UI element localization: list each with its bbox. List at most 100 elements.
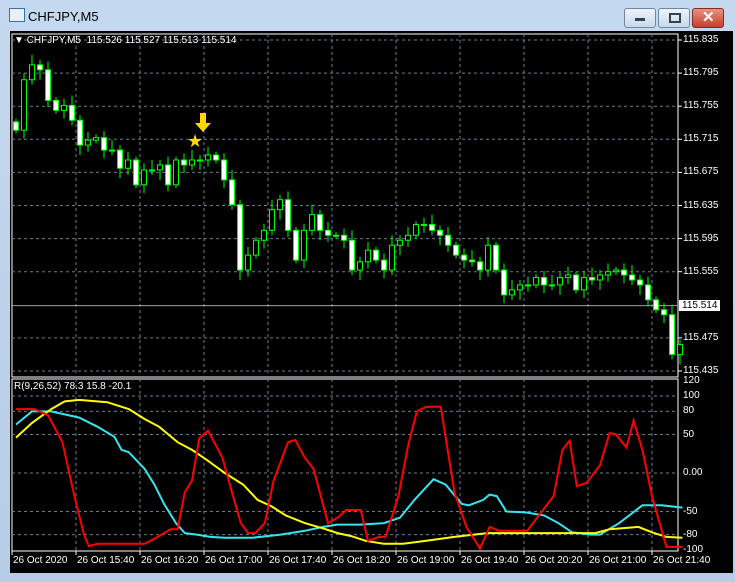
candle-body	[189, 159, 195, 166]
indicator-level-label: -100	[683, 544, 704, 555]
window-title: CHFJPY,M5	[28, 9, 99, 24]
candle-body	[253, 239, 259, 256]
price-label: 115.555	[683, 265, 719, 277]
minimize-button[interactable]	[624, 8, 656, 28]
candle-body	[613, 269, 619, 273]
candle-body	[45, 69, 51, 101]
candle-body	[453, 244, 459, 256]
candle-body	[149, 169, 155, 172]
candle-body	[637, 279, 643, 286]
candle-body	[645, 284, 651, 301]
candle-body	[261, 229, 267, 241]
time-label: 26 Oct 21:40	[653, 555, 711, 566]
star-icon: ★	[187, 131, 203, 151]
candle-body	[205, 154, 211, 161]
time-label: 26 Oct 17:00	[205, 555, 263, 566]
candle-body	[341, 234, 347, 241]
price-label: 115.475	[683, 331, 719, 343]
candle-body	[213, 154, 219, 161]
time-label: 26 Oct 15:40	[77, 555, 135, 566]
indicator-level-label: -80	[683, 528, 698, 540]
candle-body	[669, 314, 675, 355]
candle-body	[85, 139, 91, 146]
candle-body	[357, 261, 363, 271]
candle-body	[549, 284, 555, 287]
candle-body	[181, 159, 187, 166]
candle-body	[429, 224, 435, 231]
symbol-header: ▼ CHFJPY,M5 115.526 115.527 115.513 115.…	[14, 35, 237, 46]
candle-body	[333, 234, 339, 237]
time-label: 26 Oct 17:40	[269, 555, 327, 566]
candle-body	[597, 274, 603, 281]
minimize-icon	[635, 18, 645, 21]
time-label: 26 Oct 21:00	[589, 555, 647, 566]
chart-window: CHFJPY,M5 ✕ ★ ▼ CHFJPY,M5 115.526 115.52…	[0, 0, 735, 582]
candle-body	[509, 289, 515, 296]
candle-body	[405, 234, 411, 241]
candle-body	[277, 199, 283, 211]
candle-body	[229, 179, 235, 206]
candle-body	[485, 244, 491, 271]
candle-body	[437, 229, 443, 236]
candle-body	[221, 159, 227, 181]
candle-body	[317, 214, 323, 231]
restore-icon	[669, 13, 681, 23]
ohlc-values: 115.526 115.527 115.513 115.514	[86, 35, 237, 46]
candle-body	[501, 269, 507, 296]
candle-body	[605, 271, 611, 276]
candle-body	[117, 149, 123, 169]
candle-body	[109, 149, 115, 152]
candle-body	[285, 199, 291, 231]
candle-body	[477, 261, 483, 271]
candle-body	[461, 254, 467, 261]
candle-body	[573, 274, 579, 291]
candle-body	[53, 99, 59, 111]
collapse-triangle-icon[interactable]: ▼	[14, 35, 24, 46]
candle-body	[37, 64, 43, 71]
candle-body	[165, 164, 171, 186]
candle-body	[517, 284, 523, 291]
candle-body	[325, 229, 331, 236]
price-label: 115.715	[683, 133, 719, 145]
candle-body	[397, 239, 403, 246]
candle-body	[101, 137, 107, 151]
candle-body	[621, 269, 627, 276]
candle-body	[157, 164, 163, 171]
indicator-level-label: 80	[683, 405, 695, 417]
candle-body	[301, 229, 307, 261]
candle-body	[493, 244, 499, 271]
indicator-level-label: -50	[683, 505, 698, 517]
candle-body	[421, 224, 427, 227]
candle-body	[237, 204, 243, 271]
oscillator-line-cyan	[15, 410, 683, 539]
candle-body	[661, 309, 667, 316]
price-label: 115.835	[683, 34, 719, 45]
candle-body	[93, 137, 99, 141]
price-label: 115.795	[683, 67, 719, 79]
candle-body	[29, 64, 35, 81]
candle-body	[21, 79, 27, 131]
time-label: 26 Oct 18:20	[333, 555, 391, 566]
time-label: 26 Oct 20:20	[525, 555, 583, 566]
candle-body	[373, 249, 379, 261]
close-icon: ✕	[702, 9, 715, 26]
candle-body	[653, 299, 659, 311]
maximize-button[interactable]	[658, 8, 690, 28]
indicator-level-label: 100	[683, 390, 700, 401]
indicator-level-label: 120	[683, 374, 700, 386]
price-label: 115.635	[683, 199, 719, 211]
oscillator-line-red	[16, 405, 683, 551]
indicator-level-label: 50	[683, 428, 695, 440]
close-button[interactable]: ✕	[692, 8, 724, 28]
price-label: 115.595	[683, 232, 719, 244]
candle-body	[125, 159, 131, 169]
candle-body	[269, 209, 275, 231]
candle-body	[389, 244, 395, 271]
price-label: 115.675	[683, 166, 719, 178]
candle-body	[581, 276, 587, 291]
oscillator-line-yellow	[15, 398, 683, 545]
chart-canvas[interactable]: ★	[10, 31, 733, 573]
candle-body	[629, 274, 635, 281]
down-arrow-icon	[195, 113, 211, 132]
chart-area[interactable]: ★ ▼ CHFJPY,M5 115.526 115.527 115.513 11…	[10, 31, 733, 573]
